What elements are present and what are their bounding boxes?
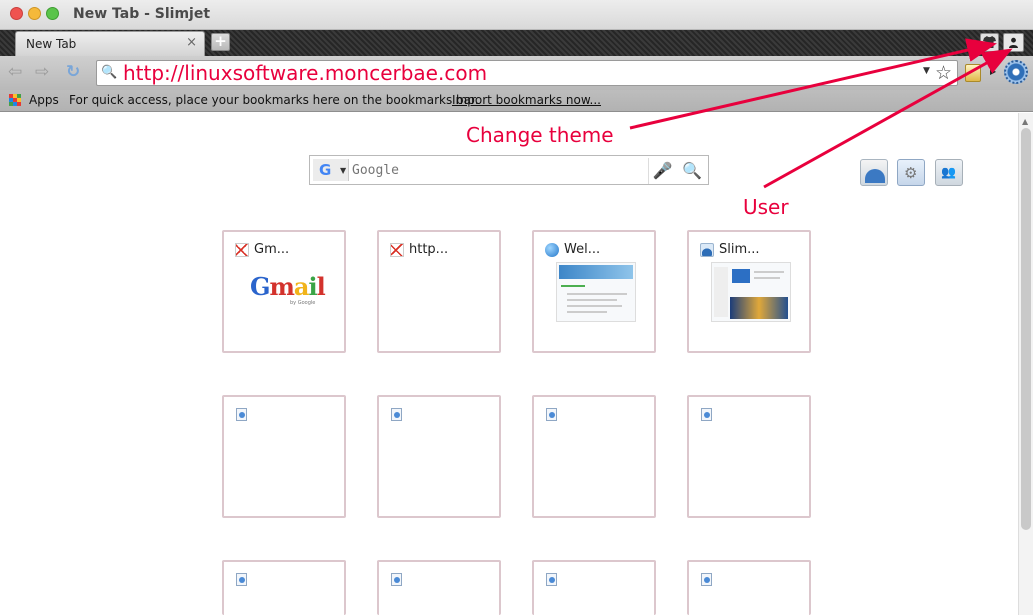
search-engine-selector[interactable]: G ▼ [313, 159, 349, 181]
change-theme-annotation: Change theme [466, 123, 614, 147]
empty-tile[interactable] [377, 560, 501, 615]
minimize-window-button[interactable] [28, 7, 41, 20]
page-icon [701, 408, 712, 421]
page-icon [546, 408, 557, 421]
page-icon [391, 408, 402, 421]
apps-link[interactable]: Apps [29, 93, 59, 107]
search-icon: 🔍 [101, 65, 118, 80]
page-icon [701, 573, 712, 586]
tab-new-tab[interactable]: New Tab × [15, 31, 205, 56]
page-thumbnail [711, 262, 791, 322]
tile-title: Gm... [254, 242, 290, 257]
gmail-icon [235, 243, 249, 257]
import-bookmarks-link[interactable]: Import bookmarks now... [452, 93, 601, 107]
extension-overflow-icon[interactable]: ▶ [990, 67, 996, 76]
scrollbar[interactable]: ▲ [1018, 113, 1033, 615]
google-icon: G [319, 161, 332, 179]
tab-close-icon[interactable]: × [186, 35, 197, 50]
most-visited-tile[interactable]: Slim... [687, 230, 811, 353]
apps-grid-icon[interactable] [9, 94, 21, 106]
empty-tile[interactable] [532, 395, 656, 518]
empty-tile[interactable] [222, 395, 346, 518]
page-icon [236, 408, 247, 421]
settings-button[interactable] [897, 159, 925, 186]
empty-tile[interactable] [687, 395, 811, 518]
page-icon [391, 573, 402, 586]
window-title: New Tab - Slimjet [73, 6, 211, 22]
chevron-down-icon: ▼ [340, 166, 347, 175]
user-button[interactable] [1003, 33, 1024, 52]
empty-tile[interactable] [222, 560, 346, 615]
address-bar[interactable]: 🔍 http://linuxsoftware.moncerbae.com ▼ ☆ [96, 60, 958, 86]
empty-tile[interactable] [377, 395, 501, 518]
bookmarks-prompt: For quick access, place your bookmarks h… [69, 93, 479, 107]
magnifier-icon[interactable]: 🔍 [678, 158, 706, 184]
tile-title: http... [409, 242, 449, 257]
bookmark-star-icon[interactable]: ☆ [935, 62, 952, 84]
microphone-icon[interactable]: 🎤 [648, 158, 676, 184]
user-icon [1009, 37, 1018, 48]
chevron-down-icon[interactable]: ▼ [923, 66, 930, 76]
toolbar: ⇦ ⇨ ↻ 🔍 http://linuxsoftware.moncerbae.c… [0, 56, 1033, 90]
slimjet-icon [700, 243, 714, 257]
tile-title: Slim... [719, 242, 760, 257]
new-tab-button[interactable]: + [211, 33, 230, 51]
empty-tile[interactable] [687, 560, 811, 615]
forward-arrow-icon[interactable]: ⇨ [35, 62, 49, 82]
users-button[interactable] [935, 159, 963, 186]
tab-label: New Tab [26, 37, 77, 51]
gmail-logo: Gmail [250, 272, 326, 301]
user-annotation: User [743, 195, 789, 219]
tile-title: Wel... [564, 242, 601, 257]
search-input[interactable] [352, 160, 642, 180]
empty-tile[interactable] [532, 560, 656, 615]
reload-icon[interactable]: ↻ [66, 62, 80, 82]
most-visited-tile[interactable]: Wel... [532, 230, 656, 353]
page-thumbnail [556, 262, 636, 322]
web-store-button[interactable] [860, 159, 888, 186]
gmail-icon [390, 243, 404, 257]
most-visited-tile[interactable]: Gm... Gmail by Google [222, 230, 346, 353]
maximize-window-button[interactable] [46, 7, 59, 20]
extension-icon[interactable] [965, 64, 981, 82]
back-arrow-icon[interactable]: ⇦ [8, 62, 22, 82]
url-text[interactable]: http://linuxsoftware.moncerbae.com [123, 61, 487, 85]
scroll-thumb[interactable] [1021, 128, 1031, 530]
most-visited-tile[interactable]: http... [377, 230, 501, 353]
scroll-up-icon[interactable]: ▲ [1022, 117, 1028, 126]
new-tab-page [0, 113, 1018, 615]
bookmarks-bar: Apps For quick access, place your bookma… [0, 90, 1033, 112]
page-icon [236, 573, 247, 586]
gmail-logo-sub: by Google [290, 300, 316, 306]
tab-strip: New Tab × + [0, 30, 1033, 56]
settings-menu-icon[interactable] [1004, 60, 1028, 84]
shirt-icon [983, 36, 996, 48]
title-bar: New Tab - Slimjet [0, 0, 1033, 30]
globe-icon [545, 243, 559, 257]
close-window-button[interactable] [10, 7, 23, 20]
page-icon [546, 573, 557, 586]
change-theme-button[interactable] [980, 33, 999, 52]
